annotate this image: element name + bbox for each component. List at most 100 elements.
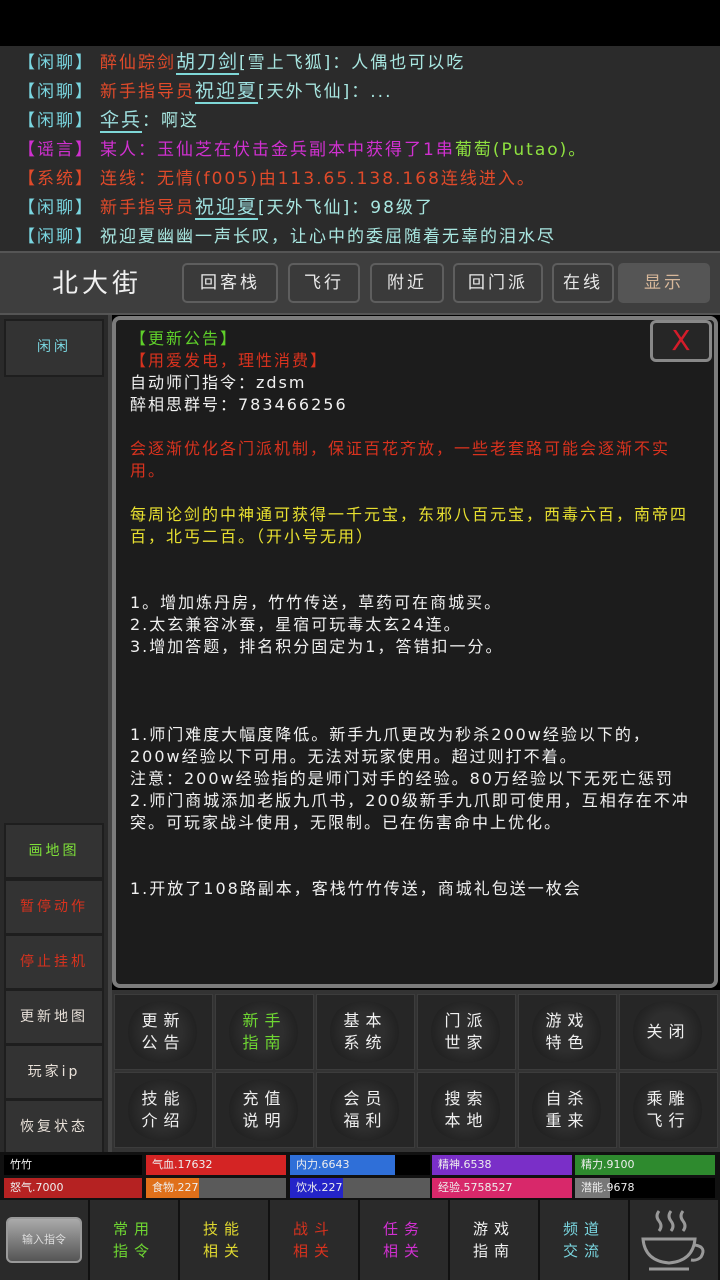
notice-line: 醉相思群号：783466256 — [130, 395, 348, 414]
side-btn-pause-action[interactable]: 暂停动作 — [4, 879, 104, 935]
bottom-label: 战斗相关 — [292, 1220, 335, 1260]
display-button[interactable]: 显示 — [618, 263, 710, 303]
chat-message: 葡萄(Putao)。 — [454, 140, 588, 160]
menu-close[interactable]: 关闭 — [619, 994, 718, 1070]
chat-message: [天外飞仙]：98级了 — [258, 198, 434, 218]
bottom-skill-related[interactable]: 技能相关 — [180, 1200, 270, 1280]
notice-line: 每周论剑的中神通可获得一千元宝，东邪八百元宝，西毒六百，南帝四百，北丐二百。（开… — [130, 505, 689, 546]
chat-line: 【谣言】 某人：玉仙芝在伏击金兵副本中获得了1串葡萄(Putao)。 — [18, 135, 720, 164]
notice-line: 会逐渐优化各门派机制，保证百花齐放，一些老套路可能会逐渐不实用。 — [130, 439, 671, 480]
bottom-combat-related[interactable]: 战斗相关 — [270, 1200, 360, 1280]
stat-potential: 潜能.9678 — [575, 1178, 715, 1198]
return-inn-button[interactable]: 回客栈 — [182, 263, 278, 303]
chat-player-name[interactable]: 胡刀剑 — [176, 51, 239, 73]
chat-prefix: 新手指导员 — [100, 198, 195, 218]
fly-button[interactable]: 飞行 — [288, 263, 360, 303]
notice-spacer — [130, 658, 700, 680]
stat-energy: 精力.9100 — [575, 1155, 715, 1175]
notice-spacer — [130, 702, 700, 724]
chat-player-name[interactable]: 祝迎夏 — [195, 80, 258, 102]
chat-log[interactable]: 【闲聊】 醉仙踪剑胡刀剑[雪上飞狐]：人偶也可以吃 【闲聊】 新手指导员祝迎夏[天外… — [0, 46, 720, 251]
menu-newbie-guide[interactable]: 新手指南 — [215, 994, 314, 1070]
location-name: 北大街 — [52, 269, 143, 299]
menu-label: 自杀重来 — [545, 1089, 590, 1130]
player-name: 竹竹 — [4, 1155, 142, 1175]
chat-prefix: 新手指导员 — [100, 82, 195, 102]
bottom-label: 常用指令 — [112, 1220, 155, 1260]
return-sect-button[interactable]: 回门派 — [453, 263, 543, 303]
bottom-quest-related[interactable]: 任务相关 — [360, 1200, 450, 1280]
chat-line: 【闲聊】 新手指导员祝迎夏[天外飞仙]：98级了 — [18, 193, 720, 222]
status-bar — [0, 0, 720, 46]
chat-message: [天外飞仙]：... — [258, 82, 393, 102]
menu-suicide-restart[interactable]: 自杀重来 — [518, 1072, 617, 1148]
stat-water: 饮水.227 — [290, 1178, 430, 1198]
bottom-game-guide[interactable]: 游戏指南 — [450, 1200, 540, 1280]
notice-line: 3.增加答题，排名积分固定为1，答错扣一分。 — [130, 637, 504, 656]
notice-spacer — [130, 548, 700, 570]
chat-line: 【闲聊】 醉仙踪剑胡刀剑[雪上飞狐]：人偶也可以吃 — [18, 48, 720, 77]
menu-label: 乘雕飞行 — [646, 1089, 691, 1130]
menu-label: 关闭 — [646, 1022, 691, 1041]
notice-spacer — [130, 680, 700, 702]
notice-spacer — [130, 482, 700, 504]
chat-channel: 【系统】 — [18, 169, 94, 189]
chat-line: 【闲聊】 伞兵：啊这 — [18, 106, 720, 135]
side-btn-restore-state[interactable]: 恢复状态 — [4, 1099, 104, 1155]
notice-spacer — [130, 856, 700, 878]
side-btn-draw-map[interactable]: 画地图 — [4, 823, 104, 879]
notice-spacer — [130, 416, 700, 438]
menu-basic-system[interactable]: 基本系统 — [316, 994, 415, 1070]
menu-vip-benefits[interactable]: 会员福利 — [316, 1072, 415, 1148]
side-btn-update-map[interactable]: 更新地图 — [4, 989, 104, 1045]
menu-label: 会员福利 — [343, 1089, 388, 1130]
stat-food: 食物.227 — [146, 1178, 286, 1198]
notice-line: 1.师门难度大幅度降低。新手九爪更改为秒杀200w经验以下的，200w经验以下可… — [130, 725, 651, 766]
menu-game-features[interactable]: 游戏特色 — [518, 994, 617, 1070]
menu-skill-intro[interactable]: 技能介绍 — [114, 1072, 213, 1148]
notice-line: 【用爱发电，理性消费】 — [130, 351, 329, 370]
menu-sect-clans[interactable]: 门派世家 — [417, 994, 516, 1070]
stat-exp: 经验.5758527 — [432, 1178, 572, 1198]
notice-line: 注意：200w经验指的是师门对手的经验。80万经验以下无死亡惩罚 — [130, 769, 674, 788]
chat-player-name[interactable]: 伞兵 — [100, 109, 142, 131]
menu-ride-eagle[interactable]: 乘雕飞行 — [619, 1072, 718, 1148]
menu-update-notice[interactable]: 更新公告 — [114, 994, 213, 1070]
chat-channel: 【闲聊】 — [18, 198, 94, 218]
chat-channel: 【闲聊】 — [18, 227, 94, 247]
menu-grid: 更新公告 新手指南 基本系统 门派世家 游戏特色 关闭 技能介绍 充值说明 会员… — [112, 990, 720, 1152]
chat-player-name[interactable]: 祝迎夏 — [195, 196, 258, 218]
menu-recharge-info[interactable]: 充值说明 — [215, 1072, 314, 1148]
side-btn-player-ip[interactable]: 玩家ip — [4, 1044, 104, 1100]
location-bar: 北大街 回客栈 飞行 附近 回门派 在线 显示 — [0, 251, 720, 315]
chat-prefix: 连线：无情(f005)由113.65.138.168连线进入。 — [100, 169, 536, 189]
menu-label: 新手指南 — [242, 1011, 287, 1052]
close-icon: X — [671, 324, 691, 357]
notice-line: 1.开放了108路副本，客栈竹竹传送，商城礼包送一枚会 — [130, 879, 582, 898]
chat-message: [雪上飞狐]：人偶也可以吃 — [239, 53, 466, 73]
input-command-button[interactable]: 输入指令 — [6, 1217, 82, 1263]
bottom-label: 频道交流 — [562, 1220, 605, 1260]
chat-line: 【闲聊】 新手指导员祝迎夏[天外飞仙]：... — [18, 77, 720, 106]
chat-prefix: 某人：玉仙芝在伏击金兵副本中获得了1串 — [100, 140, 455, 160]
menu-label: 技能介绍 — [141, 1089, 186, 1130]
online-button[interactable]: 在线 — [552, 263, 614, 303]
bottom-channel-chat[interactable]: 频道交流 — [540, 1200, 630, 1280]
stat-rage: 怒气.7000 — [4, 1178, 142, 1198]
player-target-button[interactable]: 闲闲 — [4, 319, 104, 377]
chat-message: 祝迎夏幽幽一声长叹，让心中的委屈随着无辜的泪水尽 — [100, 227, 556, 247]
update-notice-panel[interactable]: 【更新公告】 【用爱发电，理性消费】 自动师门指令：zdsm 醉相思群号：783466… — [112, 316, 718, 988]
notice-line: 【更新公告】 — [130, 329, 239, 348]
bottom-common-commands[interactable]: 常用指令 — [90, 1200, 180, 1280]
chat-channel: 【闲聊】 — [18, 82, 94, 102]
close-button[interactable]: X — [650, 320, 712, 362]
stat-neili: 内力.6643 — [290, 1155, 430, 1175]
menu-search-local[interactable]: 搜索本地 — [417, 1072, 516, 1148]
bottom-label: 游戏指南 — [472, 1220, 515, 1260]
nearby-button[interactable]: 附近 — [370, 263, 444, 303]
menu-label: 基本系统 — [343, 1011, 388, 1052]
chat-prefix: 醉仙踪剑 — [100, 53, 176, 73]
notice-spacer — [130, 834, 700, 856]
side-btn-stop-afk[interactable]: 停止挂机 — [4, 934, 104, 990]
coffee-cup-button[interactable] — [630, 1200, 720, 1280]
